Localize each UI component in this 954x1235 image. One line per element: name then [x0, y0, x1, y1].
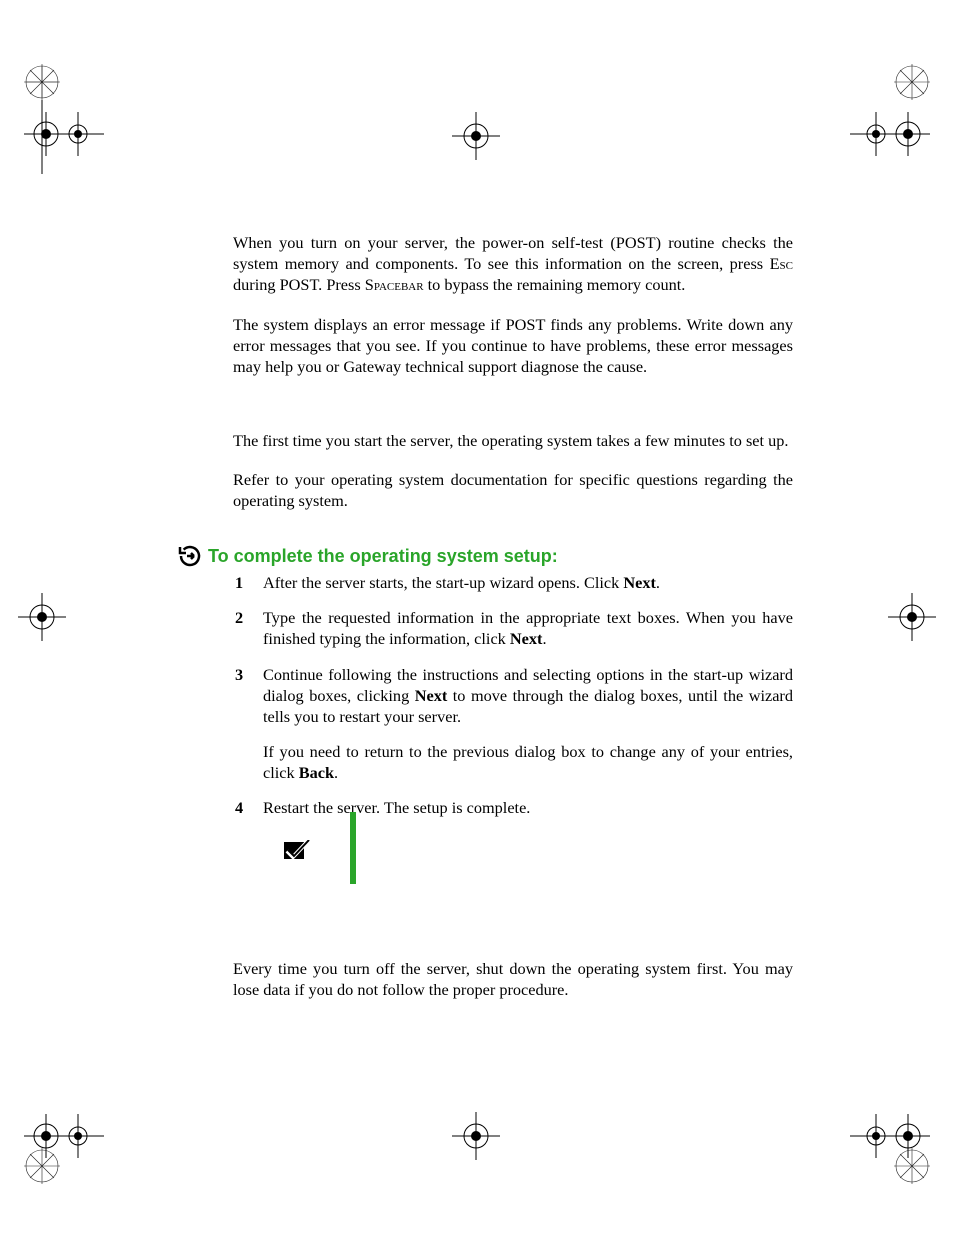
crop-mark-bottom-right — [890, 1148, 930, 1188]
procedure-arrow-icon — [178, 544, 202, 573]
setup-section: The first time you start the server, the… — [233, 430, 793, 530]
step-3: 3 Continue following the instructions an… — [263, 664, 793, 728]
shutdown-section: Every time you turn off the server, shut… — [233, 958, 793, 1018]
checkmark-icon — [284, 840, 310, 860]
step-2: 2 Type the requested information in the … — [263, 607, 793, 649]
step-number: 1 — [235, 572, 243, 593]
post-paragraph-2: The system displays an error message if … — [233, 314, 793, 378]
setup-paragraph-2: Refer to your operating system documenta… — [233, 469, 793, 511]
procedure-steps: 1 After the server starts, the start-up … — [263, 572, 793, 833]
step-number: 3 — [235, 664, 243, 685]
crop-cross-mid-right — [888, 593, 936, 646]
crop-cross-top-left — [24, 112, 104, 197]
content-area: When you turn on your server, the power-… — [233, 232, 793, 395]
step-number: 2 — [235, 607, 243, 628]
tip-divider — [350, 812, 356, 884]
crop-cross-bottom-center — [452, 1112, 500, 1165]
step-4: 4 Restart the server. The setup is compl… — [263, 797, 793, 818]
step-number: 4 — [235, 797, 243, 818]
crop-cross-mid-left — [18, 593, 66, 646]
post-paragraph-1: When you turn on your server, the power-… — [233, 232, 793, 296]
step-3b: If you need to return to the previous di… — [263, 741, 793, 783]
step-1: 1 After the server starts, the start-up … — [263, 572, 793, 593]
setup-paragraph-1: The first time you start the server, the… — [233, 430, 793, 451]
crop-cross-top-right — [850, 112, 930, 197]
shutdown-paragraph: Every time you turn off the server, shut… — [233, 958, 793, 1000]
crop-mark-bottom-left — [24, 1148, 64, 1188]
procedure-heading: To complete the operating system setup: — [208, 546, 558, 567]
crop-cross-top-center — [452, 112, 500, 165]
